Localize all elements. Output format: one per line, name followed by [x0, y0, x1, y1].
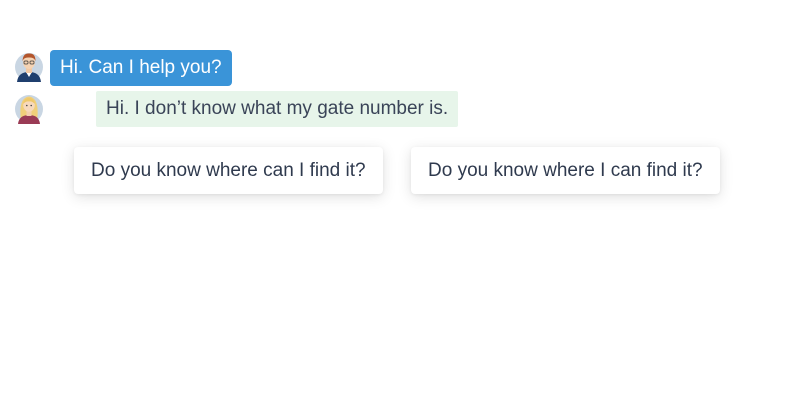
agent-message-text: Hi. Can I help you?	[60, 57, 222, 78]
answer-choice-2-label: Do you know where I can find it?	[428, 160, 703, 181]
agent-avatar-icon	[14, 50, 44, 82]
answer-choice-1-label: Do you know where can I find it?	[91, 160, 366, 181]
answer-choice-2[interactable]: Do you know where I can find it?	[411, 147, 720, 194]
agent-message-bubble: Hi. Can I help you?	[50, 50, 232, 86]
answer-choice-1[interactable]: Do you know where can I find it?	[74, 147, 383, 194]
chat-exercise: Hi. Can I help you? Hi. I don’t know wha…	[0, 0, 800, 400]
user-message-bubble: Hi. I don’t know what my gate number is.	[96, 91, 459, 127]
user-avatar-icon	[14, 92, 44, 124]
user-message-text: Hi. I don’t know what my gate number is.	[106, 98, 449, 119]
